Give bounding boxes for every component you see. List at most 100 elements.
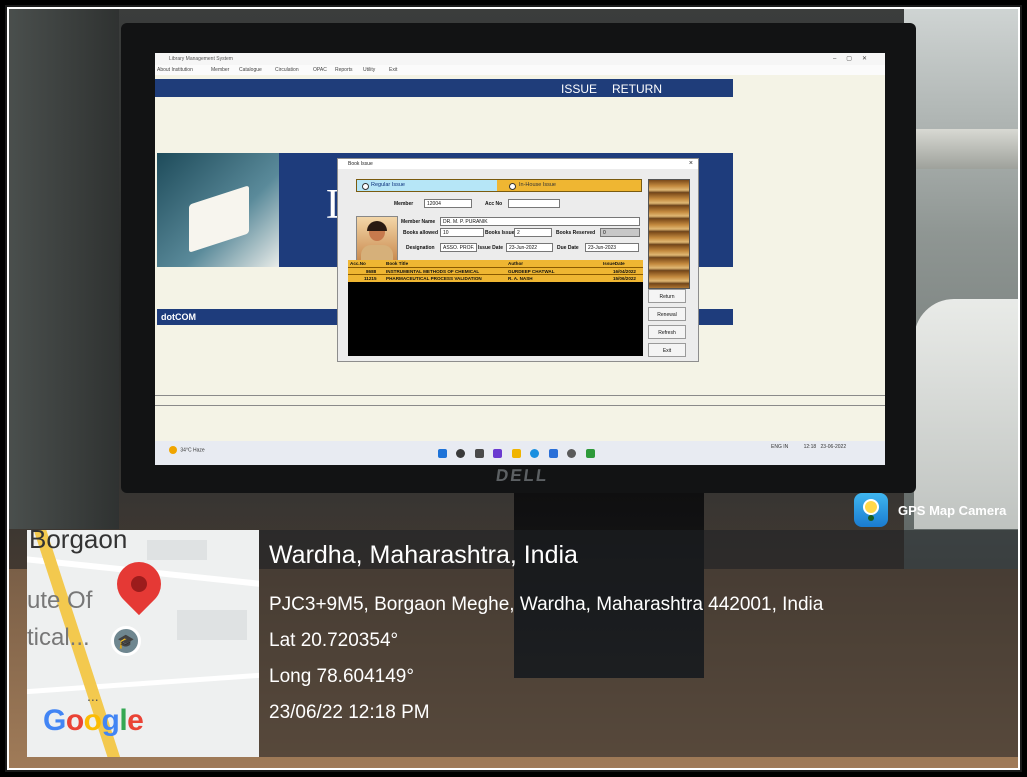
refresh-button[interactable]: Refresh <box>648 325 686 339</box>
close-icon[interactable]: × <box>689 160 693 167</box>
books-issued-label: Books Issued <box>485 230 518 236</box>
app-icon[interactable] <box>567 449 577 459</box>
menu-item-utility[interactable]: Utility <box>363 67 375 73</box>
dialog-titlebar: Book Issue × <box>338 159 698 169</box>
library-app-icon[interactable] <box>585 449 595 459</box>
map-place-label: ute Of <box>27 587 93 614</box>
tray-time[interactable]: 12:18 <box>804 444 817 450</box>
divider <box>155 395 885 396</box>
divider <box>155 405 885 406</box>
tray-date[interactable]: 23-06-2022 <box>821 444 847 450</box>
screen: Library Management System –▢✕ About Inst… <box>155 53 885 465</box>
gps-location: Wardha, Maharashtra, India <box>269 541 578 569</box>
photo-body <box>361 245 393 261</box>
pin-icon <box>868 515 874 521</box>
due-date-field[interactable]: 23-Jun-2023 <box>585 243 639 252</box>
menu-item-circulation[interactable]: Circulation <box>275 67 299 73</box>
start-icon[interactable] <box>438 449 447 459</box>
tray-lang[interactable]: ENG IN <box>771 444 788 450</box>
due-date-label: Due Date <box>557 245 579 251</box>
issue-date-label: Issue Date <box>478 245 504 251</box>
col-book-title: Book Title <box>386 261 409 266</box>
tab-return[interactable]: RETURN <box>612 82 662 96</box>
wall-left <box>9 9 119 529</box>
printer <box>914 299 1018 529</box>
dialog-title: Book Issue <box>348 161 373 167</box>
google-letter: g <box>101 704 120 737</box>
school-icon: 🎓 <box>111 626 141 656</box>
weather-widget[interactable]: 34°C Haze <box>169 446 205 454</box>
map-road <box>27 669 259 696</box>
issued-books-table: Acc.No Book Title Author IssueDate 8688 … <box>348 260 643 356</box>
menu-item-catalogue[interactable]: Catalogue <box>239 67 262 73</box>
menu-item-member[interactable]: Member <box>211 67 229 73</box>
designation-field[interactable]: ASSO. PROF. <box>440 243 477 252</box>
menu-item-exit[interactable]: Exit <box>389 67 397 73</box>
acc-no-field[interactable] <box>508 199 560 208</box>
map-block <box>147 540 207 560</box>
cell-author: R. A. NASH <box>508 276 533 281</box>
exit-button[interactable]: Exit <box>648 343 686 357</box>
tab-issue[interactable]: ISSUE <box>561 82 597 96</box>
member-photo <box>356 216 398 262</box>
taskbar-icons <box>438 445 600 463</box>
map-place-label: tical... <box>27 624 90 651</box>
shelf <box>909 129 1018 169</box>
tab-inhouse-issue[interactable]: In-House Issue <box>519 182 556 188</box>
return-button[interactable]: Return <box>648 289 686 303</box>
map-block <box>177 610 247 640</box>
book-image <box>189 185 249 253</box>
tab-regular-issue[interactable]: Regular Issue <box>357 180 497 191</box>
menu-item-opac[interactable]: OPAC <box>313 67 327 73</box>
brand-logo: dotCOM <box>161 312 196 322</box>
google-logo: Google <box>43 704 144 738</box>
task-view-icon[interactable] <box>474 449 484 459</box>
edge-icon[interactable] <box>530 449 540 459</box>
google-letter: e <box>127 704 144 737</box>
books-issued-field[interactable]: 2 <box>514 228 552 237</box>
menu-item-reports[interactable]: Reports <box>335 67 353 73</box>
col-issue-date: IssueDate <box>603 261 625 266</box>
google-letter: o <box>65 704 84 737</box>
chat-icon[interactable] <box>493 449 503 459</box>
location-pin-dot <box>131 576 147 592</box>
cell-acc-no: 11215 <box>364 276 377 281</box>
map-town-label: Borgaon <box>29 530 128 554</box>
radio-regular[interactable] <box>362 183 369 190</box>
store-icon[interactable] <box>548 449 558 459</box>
col-acc-no: Acc.No <box>350 261 366 266</box>
google-letter: o <box>83 704 102 737</box>
book-issue-dialog: Book Issue × Regular Issue In-House Issu… <box>337 158 699 362</box>
sun-icon <box>169 446 177 454</box>
books-reserved-label: Books Reserved <box>556 230 596 236</box>
issue-date-field[interactable]: 23-Jun-2022 <box>506 243 553 252</box>
member-label: Member <box>394 201 414 207</box>
col-author: Author <box>508 261 524 266</box>
member-field[interactable]: 12004 <box>424 199 472 208</box>
menubar: About Institution Member Catalogue Circu… <box>155 65 885 75</box>
search-icon[interactable] <box>456 449 466 459</box>
tab-regular-label: Regular Issue <box>371 182 405 188</box>
gps-camera-icon <box>854 493 888 527</box>
books-allowed-field[interactable]: 10 <box>440 228 484 237</box>
google-letter: l <box>119 704 128 737</box>
books-reserved-field: 0 <box>600 228 640 237</box>
cell-issue-date: 15/06/2022 <box>613 276 636 281</box>
table-header: Acc.No Book Title Author IssueDate <box>348 260 643 267</box>
app-title: Library Management System <box>169 56 233 62</box>
gps-address: PJC3+9M5, Borgaon Meghe, Wardha, Maharas… <box>269 594 824 615</box>
weather-temp: 34°C <box>180 447 192 454</box>
table-row[interactable]: 11215 PHARMACEUTICAL PROCESS VALIDATION … <box>348 274 643 282</box>
menu-item-about[interactable]: About Institution <box>157 67 193 73</box>
gps-datetime: 23/06/22 12:18 PM <box>269 702 430 723</box>
window-controls[interactable]: –▢✕ <box>833 55 877 62</box>
member-name-field[interactable]: DR. M. P. PURANIK <box>440 217 640 226</box>
gps-long: Long 78.604149° <box>269 666 414 687</box>
map-dots: ... <box>87 688 99 704</box>
renewal-button[interactable]: Renewal <box>648 307 686 321</box>
books-image <box>648 179 690 289</box>
file-explorer-icon[interactable] <box>511 449 521 459</box>
radio-inhouse[interactable] <box>509 183 516 190</box>
weather-desc: Haze <box>192 447 205 454</box>
system-tray[interactable]: ENG IN 12:18 23-06-2022 <box>771 444 846 450</box>
